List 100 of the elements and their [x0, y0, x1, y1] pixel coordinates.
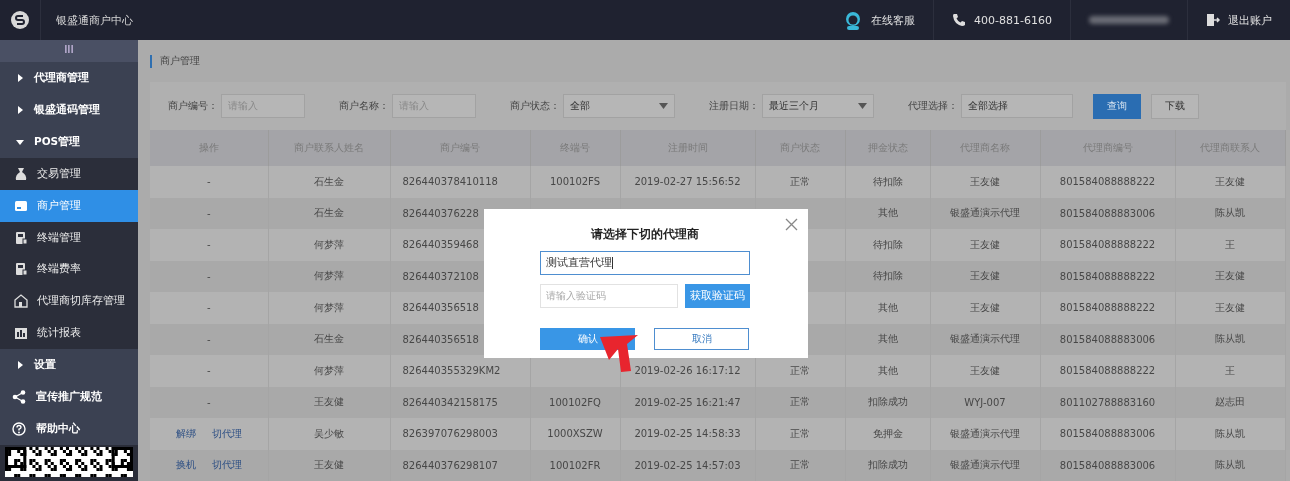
exit-icon	[1206, 13, 1220, 27]
menu-item[interactable]: 终端管理	[0, 221, 138, 254]
table-cell: 2019-02-25 14:57:03	[634, 459, 741, 471]
table-cell: 石生金	[314, 175, 344, 187]
cancel-button[interactable]: 取消	[654, 328, 749, 350]
phone-icon	[952, 13, 967, 27]
table-cell: 801584088883006	[1059, 428, 1156, 440]
caret-down-icon	[659, 103, 668, 109]
input-field[interactable]: 全部选择	[961, 94, 1073, 118]
table-cell: 正常	[790, 427, 810, 439]
menu-item[interactable]: 交易管理	[0, 157, 138, 190]
table-cell: 801584088888222	[1059, 302, 1156, 314]
menu-item[interactable]: 商户管理	[0, 189, 138, 222]
table-cell: 100102FQ	[549, 396, 601, 408]
table-cell: 何梦萍	[314, 270, 344, 282]
dialog-title: 请选择下切的代理商	[590, 227, 700, 242]
table-cell: 陈从凯	[1215, 459, 1245, 471]
table-cell: 扣除成功	[867, 459, 908, 471]
download-button[interactable]: 下载	[1151, 93, 1199, 119]
table-cell: 石生金	[314, 207, 344, 219]
table-cell: 王	[1225, 364, 1235, 376]
table-cell: -	[206, 365, 211, 377]
action-link[interactable]: 解绑	[175, 427, 196, 439]
table-cell: -	[206, 207, 211, 219]
action-link[interactable]: 切代理	[211, 459, 242, 471]
table-cell: 正常	[790, 175, 810, 187]
table-cell: 其他	[877, 333, 898, 345]
sidebar-toggle[interactable]: III	[0, 40, 138, 62]
table-cell: 826440376298107	[402, 459, 498, 471]
table-cell: 2019-02-26 16:17:12	[634, 365, 741, 377]
breadcrumb: 商户管理	[160, 54, 200, 68]
bag-icon	[14, 166, 28, 181]
select-field[interactable]: 最近三个月	[762, 94, 874, 118]
table-cell: 何梦萍	[314, 301, 344, 313]
menu-group[interactable]: 设置	[0, 349, 138, 382]
table-cell: 2019-02-25 16:21:47	[634, 396, 741, 408]
table-cell: 1000XSZW	[547, 428, 603, 440]
agent-input[interactable]: 测试直营代理	[540, 251, 750, 275]
table-cell: 王友健	[1215, 301, 1245, 313]
table-cell: 王	[1225, 238, 1235, 250]
table-cell: 陈从凯	[1215, 427, 1245, 439]
menu-group[interactable]: 代理商管理	[0, 61, 138, 94]
menu-item[interactable]: 代理商切库存管理	[0, 285, 138, 318]
menu-group[interactable]: 银盛通码管理	[0, 93, 138, 126]
table-cell: 扣除成功	[867, 396, 908, 408]
table-cell: 王友健	[970, 270, 1000, 282]
action-link[interactable]: 换机	[175, 459, 196, 471]
table-cell: -	[206, 396, 211, 408]
table-cell: 待扣除	[872, 270, 903, 282]
table-cell: 王友健	[970, 364, 1000, 376]
table-cell: 801584088888222	[1059, 239, 1156, 251]
share-icon	[12, 390, 26, 405]
menu-item[interactable]: 终端费率	[0, 253, 138, 286]
logo-icon	[10, 10, 30, 30]
table-cell: -	[206, 176, 211, 188]
caret-down-icon	[16, 137, 24, 146]
table-cell: -	[206, 270, 211, 282]
caret-down-icon	[858, 103, 867, 109]
filter-label: 商户名称：	[339, 99, 389, 113]
menu-group[interactable]: POS管理	[0, 125, 138, 158]
table-cell: 王友健	[314, 396, 344, 408]
menu-item[interactable]: 宣传推广规范	[0, 381, 138, 414]
table-cell: 王友健	[1215, 270, 1245, 282]
table-cell: -	[206, 333, 211, 345]
table-cell: 826440378410118	[402, 176, 498, 188]
table-cell: 826440359468	[402, 239, 479, 251]
table-cell: 银盛通演示代理	[950, 459, 1020, 471]
table-cell: 826440342158175	[402, 396, 498, 408]
table-cell: -	[206, 302, 211, 314]
table-cell: 王友健	[970, 301, 1000, 313]
table-cell: 吴少敏	[314, 427, 344, 439]
table-cell: 银盛通演示代理	[950, 427, 1020, 439]
device-icon	[14, 262, 28, 277]
house-icon	[14, 294, 28, 309]
action-link[interactable]: 切代理	[211, 427, 242, 439]
caret-right-icon	[16, 73, 24, 82]
table-cell: 王友健	[970, 175, 1000, 187]
table-cell: 801584088883006	[1059, 459, 1156, 471]
table-cell: 石生金	[314, 333, 344, 345]
select-field[interactable]: 全部	[563, 94, 675, 118]
table-cell: 801584088888222	[1059, 365, 1156, 377]
query-button[interactable]: 查询	[1093, 93, 1141, 119]
table-cell: 801584088888222	[1059, 270, 1156, 282]
table-cell: 100102FS	[549, 176, 601, 188]
app-title: 银盛通商户中心	[56, 12, 133, 28]
table-cell: 其他	[877, 364, 898, 376]
table-cell: 826397076298003	[402, 428, 498, 440]
table-cell: -	[206, 239, 211, 251]
table-cell: 826440356518	[402, 333, 479, 345]
menu-item[interactable]: 统计报表	[0, 317, 138, 350]
filter-label: 商户编号：	[168, 99, 218, 113]
online-service-link[interactable]: 在线客服	[825, 0, 934, 40]
menu-item[interactable]: 帮助中心	[0, 413, 138, 445]
table-cell: 王友健	[1215, 175, 1245, 187]
qr-code-icon	[5, 447, 133, 477]
table-cell: 正常	[790, 396, 810, 408]
table-cell: 银盛通演示代理	[950, 207, 1020, 219]
table-cell: 正常	[790, 459, 810, 471]
close-icon[interactable]	[785, 218, 798, 231]
table-cell: 银盛通演示代理	[950, 333, 1020, 345]
